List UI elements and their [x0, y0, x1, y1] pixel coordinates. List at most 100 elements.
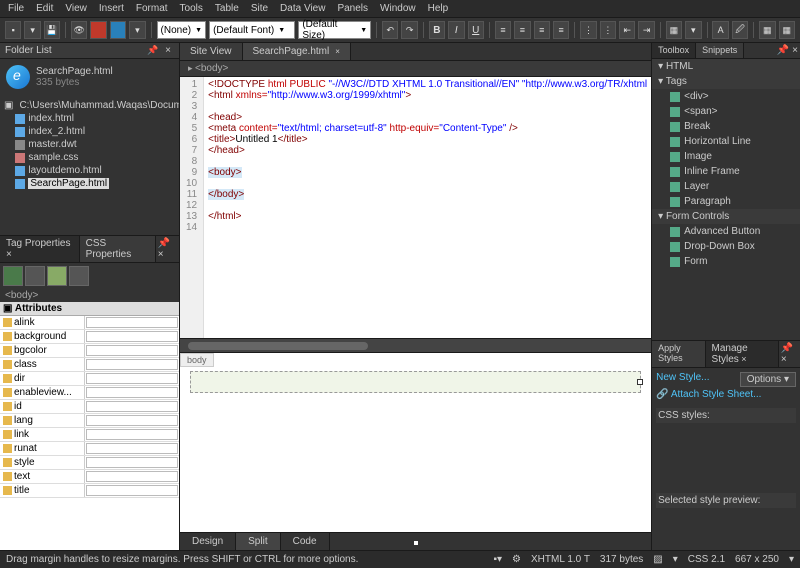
tab-apply-styles[interactable]: Apply Styles [652, 341, 705, 367]
attr-row[interactable]: lang [0, 414, 179, 428]
tree-file[interactable]: master.dwt [4, 138, 175, 151]
tree-file[interactable]: index_2.html [4, 125, 175, 138]
doc-tab[interactable]: Site View [180, 43, 243, 60]
tool-blue-icon[interactable] [110, 21, 126, 39]
tree-file[interactable]: sample.css [4, 151, 175, 164]
attr-row[interactable]: title [0, 484, 179, 498]
open-button[interactable]: ▾ [24, 21, 40, 39]
font-color-button[interactable]: A [712, 21, 728, 39]
toolbox-section[interactable]: ▾ Form Controls [652, 209, 800, 224]
new-button[interactable]: ▪ [5, 21, 21, 39]
prop-tool-1[interactable] [3, 266, 23, 286]
attr-row[interactable]: link [0, 428, 179, 442]
more-button[interactable]: ▦ [779, 21, 795, 39]
toolbox-item[interactable]: <div> [652, 89, 800, 104]
align-right-button[interactable]: ≡ [534, 21, 550, 39]
toolbox-item[interactable]: Horizontal Line [652, 134, 800, 149]
italic-button[interactable]: I [448, 21, 464, 39]
resize-handle-right[interactable] [637, 379, 643, 385]
bold-button[interactable]: B [429, 21, 445, 39]
menu-panels[interactable]: Panels [337, 3, 368, 14]
tab-tag-properties[interactable]: Tag Properties × [0, 236, 80, 262]
toolbox-item[interactable]: Drop-Down Box [652, 239, 800, 254]
horizontal-scrollbar[interactable] [180, 338, 651, 352]
pin-icon[interactable]: 📌 × [779, 341, 800, 367]
pin-icon[interactable]: 📌 × [775, 43, 800, 58]
menu-data-view[interactable]: Data View [280, 3, 325, 14]
attr-row[interactable]: runat [0, 442, 179, 456]
save-button[interactable]: 💾 [44, 21, 60, 39]
preview-button[interactable]: 👁 [71, 21, 87, 39]
attr-row[interactable]: id [0, 400, 179, 414]
menu-window[interactable]: Window [380, 3, 416, 14]
prop-tool-2[interactable] [25, 266, 45, 286]
tab-toolbox[interactable]: Toolbox [652, 43, 696, 58]
toolbox-section[interactable]: ▾ HTML [652, 59, 800, 74]
options-button[interactable]: Options ▾ [740, 372, 796, 387]
align-center-button[interactable]: ≡ [514, 21, 530, 39]
attr-row[interactable]: alink [0, 316, 179, 330]
attr-row[interactable]: dir [0, 372, 179, 386]
menu-help[interactable]: Help [428, 3, 449, 14]
attr-row[interactable]: bgcolor [0, 344, 179, 358]
align-left-button[interactable]: ≡ [495, 21, 511, 39]
tab-snippets[interactable]: Snippets [696, 43, 744, 58]
code-editor[interactable]: 1234567891011121314 <!DOCTYPE html PUBLI… [180, 77, 651, 338]
tree-file[interactable]: layoutdemo.html [4, 164, 175, 177]
tree-root[interactable]: ▣C:\Users\Muhammad.Waqas\Documents\M... [4, 99, 175, 112]
pin-icon[interactable]: 📌 × [156, 236, 179, 262]
undo-button[interactable]: ↶ [382, 21, 398, 39]
tree-file[interactable]: index.html [4, 112, 175, 125]
size-select[interactable]: (Default Size)▼ [298, 21, 371, 39]
tab-css-properties[interactable]: CSS Properties [80, 236, 156, 262]
underline-button[interactable]: U [468, 21, 484, 39]
toolbox-item[interactable]: Inline Frame [652, 164, 800, 179]
table-button[interactable]: ▦ [759, 21, 775, 39]
tool-red-icon[interactable] [90, 21, 106, 39]
design-view[interactable]: body [180, 352, 651, 532]
toolbox-item[interactable]: Layer [652, 179, 800, 194]
view-tab-split[interactable]: Split [236, 533, 280, 550]
outdent-button[interactable]: ⇤ [619, 21, 635, 39]
attr-row[interactable]: class [0, 358, 179, 372]
body-element-box[interactable] [190, 371, 641, 393]
prop-tool-3[interactable] [47, 266, 67, 286]
menu-table[interactable]: Table [215, 3, 239, 14]
attr-row[interactable]: enableview... [0, 386, 179, 400]
view-tab-code[interactable]: Code [281, 533, 330, 550]
menu-edit[interactable]: Edit [36, 3, 53, 14]
view-tab-design[interactable]: Design [180, 533, 236, 550]
resize-handle-bottom[interactable] [413, 540, 419, 546]
status-mode-icon[interactable]: ⚙ [512, 554, 521, 565]
toolbox-item[interactable]: Form [652, 254, 800, 269]
attr-row[interactable]: text [0, 470, 179, 484]
highlight-button[interactable]: 🖉 [732, 21, 748, 39]
menu-site[interactable]: Site [251, 3, 268, 14]
prop-tool-4[interactable] [69, 266, 89, 286]
menu-insert[interactable]: Insert [99, 3, 124, 14]
new-style-link[interactable]: New Style... [656, 372, 709, 383]
toolbox-item[interactable]: Break [652, 119, 800, 134]
redo-button[interactable]: ↷ [401, 21, 417, 39]
toolbox-section[interactable]: ▾ Tags [652, 74, 800, 89]
attach-stylesheet-link[interactable]: Attach Style Sheet... [671, 389, 762, 400]
menu-format[interactable]: Format [136, 3, 168, 14]
pin-icon[interactable]: 📌 [147, 45, 158, 56]
tab-manage-styles[interactable]: Manage Styles × [706, 341, 779, 367]
status-flag-icon[interactable]: ▪▾ [493, 554, 502, 565]
insert-button[interactable]: ▾ [685, 21, 701, 39]
close-icon[interactable]: × [162, 45, 174, 56]
justify-button[interactable]: ≡ [553, 21, 569, 39]
attr-row[interactable]: style [0, 456, 179, 470]
toolbox-item[interactable]: Paragraph [652, 194, 800, 209]
menu-view[interactable]: View [65, 3, 87, 14]
doc-tab[interactable]: SearchPage.html× [243, 43, 351, 60]
toolbox-item[interactable]: Image [652, 149, 800, 164]
indent-button[interactable]: ⇥ [638, 21, 654, 39]
border-button[interactable]: ▦ [666, 21, 682, 39]
menu-file[interactable]: File [8, 3, 24, 14]
font-select[interactable]: (Default Font)▼ [209, 21, 295, 39]
style-select[interactable]: (None)▼ [157, 21, 207, 39]
toolbox-item[interactable]: Advanced Button [652, 224, 800, 239]
status-tool-icon[interactable]: ▨ [653, 554, 662, 565]
